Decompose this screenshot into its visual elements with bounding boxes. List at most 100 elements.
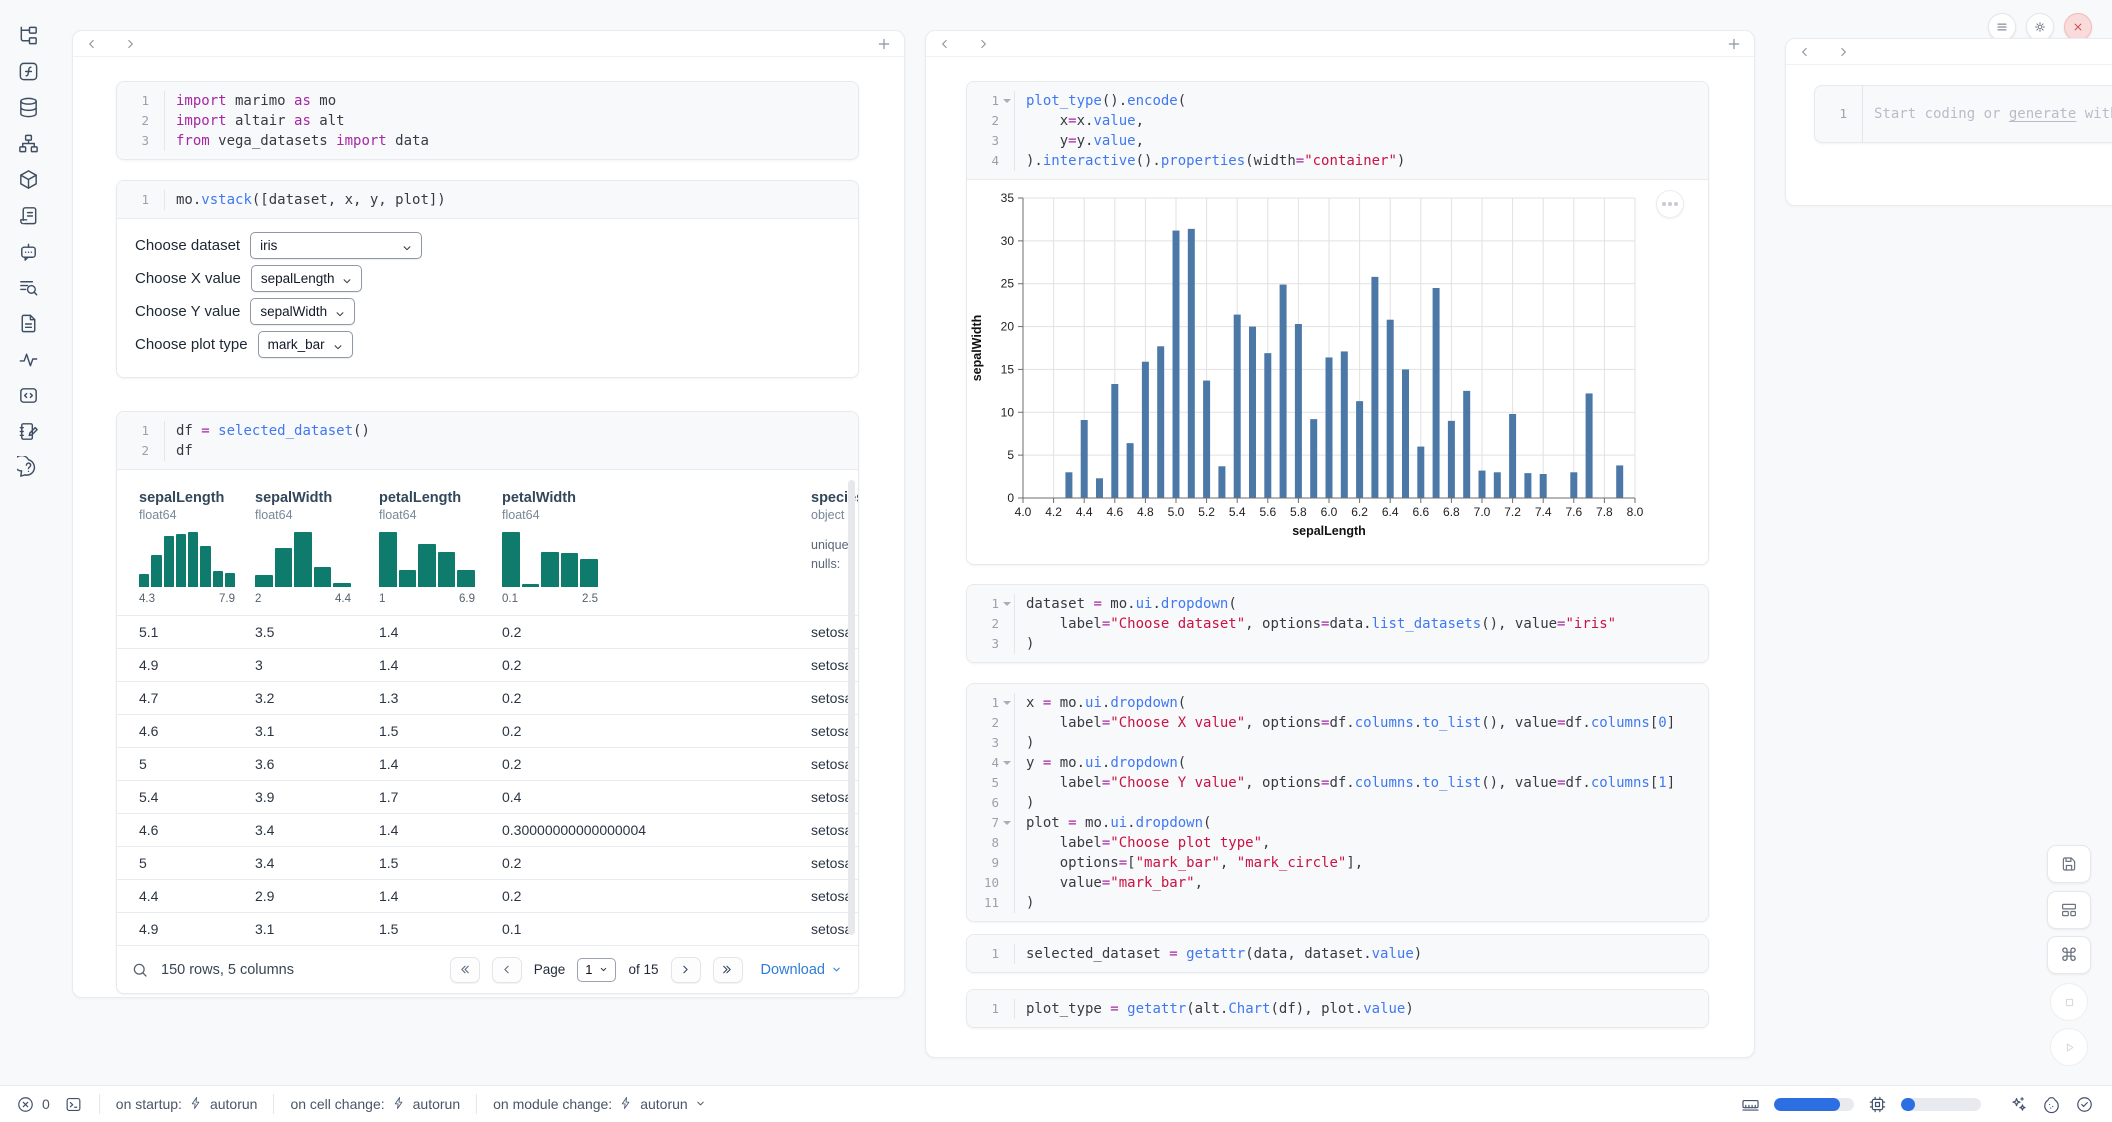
column-histogram[interactable] bbox=[502, 532, 598, 587]
code-line[interactable]: 1mo.vstack([dataset, x, y, plot]) bbox=[117, 190, 858, 210]
table-row[interactable]: 4.42.91.40.2setosa bbox=[117, 879, 858, 912]
dataframe-cell[interactable]: 1df = selected_dataset()2df sepalLengthf… bbox=[116, 411, 859, 994]
chat-bot-icon[interactable] bbox=[16, 239, 40, 263]
generate-with-ai-link[interactable]: generate bbox=[2009, 106, 2076, 122]
column-header[interactable]: petalWidthfloat640.12.5 bbox=[502, 490, 811, 605]
table-row[interactable]: 4.63.11.50.2setosa bbox=[117, 714, 858, 747]
page-select[interactable]: 1 bbox=[577, 958, 616, 982]
code-line[interactable]: 2 label="Choose dataset", options=data.l… bbox=[967, 614, 1708, 634]
text-search-icon[interactable] bbox=[16, 275, 40, 299]
code-line[interactable]: 2df bbox=[117, 441, 858, 461]
imports-cell[interactable]: 1import marimo as mo2import altair as al… bbox=[116, 81, 859, 160]
code-line[interactable]: 11) bbox=[967, 893, 1708, 913]
plot-type-code[interactable]: 1plot_type = getattr(alt.Chart(df), plot… bbox=[967, 990, 1708, 1027]
table-row[interactable]: 53.41.50.2setosa bbox=[117, 846, 858, 879]
terminal-button[interactable] bbox=[64, 1095, 83, 1114]
column-header[interactable]: sepalWidthfloat6424.4 bbox=[255, 490, 379, 605]
code-line[interactable]: 9 options=["mark_bar", "mark_circle"], bbox=[967, 853, 1708, 873]
column-histogram[interactable] bbox=[255, 532, 351, 587]
column-header[interactable]: petalLengthfloat6416.9 bbox=[379, 490, 502, 605]
next-page-button[interactable] bbox=[671, 957, 701, 983]
chart-actions-button[interactable] bbox=[1656, 190, 1684, 218]
column-collapse-left-icon[interactable] bbox=[938, 37, 952, 51]
first-page-button[interactable] bbox=[450, 957, 480, 983]
on-module-change-setting[interactable]: on module change: autorun bbox=[493, 1096, 706, 1113]
table-row[interactable]: 4.93.11.50.1setosa bbox=[117, 912, 858, 945]
code-line[interactable]: 3) bbox=[967, 733, 1708, 753]
code-placeholder[interactable]: Start coding or generate with AI bbox=[1862, 85, 2112, 143]
dataframe-code[interactable]: 1df = selected_dataset()2df bbox=[117, 412, 858, 469]
plot-type-cell[interactable]: 1plot_type = getattr(alt.Chart(df), plot… bbox=[966, 989, 1709, 1028]
column-collapse-right-icon[interactable] bbox=[1836, 45, 1850, 59]
fold-caret-icon[interactable] bbox=[999, 91, 1014, 111]
on-startup-setting[interactable]: on startup: autorun bbox=[116, 1096, 258, 1113]
code-line[interactable]: 5 label="Choose Y value", options=df.col… bbox=[967, 773, 1708, 793]
file-tree-icon[interactable] bbox=[16, 23, 40, 47]
package-icon[interactable] bbox=[16, 167, 40, 191]
table-row[interactable]: 5.13.51.40.2setosa bbox=[117, 615, 858, 648]
download-button[interactable]: Download bbox=[761, 962, 843, 978]
scratchpad-icon[interactable] bbox=[16, 419, 40, 443]
layout-toggle-button[interactable] bbox=[2047, 891, 2091, 929]
command-palette-button[interactable]: ⌘ bbox=[2047, 936, 2091, 974]
dataset-dropdown-cell[interactable]: 1dataset = mo.ui.dropdown(2 label="Choos… bbox=[966, 584, 1709, 663]
close-button[interactable] bbox=[2064, 13, 2092, 41]
table-row[interactable]: 4.63.41.40.30000000000000004setosa bbox=[117, 813, 858, 846]
database-icon[interactable] bbox=[16, 95, 40, 119]
code-line[interactable]: 7plot = mo.ui.dropdown( bbox=[967, 813, 1708, 833]
vstack-code[interactable]: 1mo.vstack([dataset, x, y, plot]) bbox=[117, 181, 858, 218]
code-line[interactable]: 2import altair as alt bbox=[117, 111, 858, 131]
ai-sparkles-button[interactable] bbox=[2009, 1095, 2028, 1114]
code-line[interactable]: 6) bbox=[967, 793, 1708, 813]
fold-caret-icon[interactable] bbox=[999, 693, 1014, 713]
choose-plot-type-select[interactable]: mark_bar bbox=[258, 331, 353, 358]
search-icon[interactable] bbox=[131, 961, 149, 979]
table-row[interactable]: 5.43.91.70.4setosa bbox=[117, 780, 858, 813]
empty-code-cell[interactable]: 1 Start coding or generate with AI bbox=[1814, 85, 2112, 143]
imports-code[interactable]: 1import marimo as mo2import altair as al… bbox=[117, 82, 858, 159]
column-header[interactable]: sepalLengthfloat644.37.9 bbox=[139, 490, 255, 605]
last-page-button[interactable] bbox=[713, 957, 743, 983]
file-text-icon[interactable] bbox=[16, 311, 40, 335]
cpu-usage-bar[interactable] bbox=[1901, 1098, 1981, 1111]
bar-chart[interactable]: 4.04.24.44.64.85.05.25.45.65.86.06.26.46… bbox=[967, 184, 1707, 565]
fold-caret-icon[interactable] bbox=[999, 594, 1014, 614]
package-manager-button[interactable] bbox=[2042, 1095, 2061, 1114]
table-row[interactable]: 4.73.21.30.2setosa bbox=[117, 681, 858, 714]
code-line[interactable]: 3 y=y.value, bbox=[967, 131, 1708, 151]
memory-usage-bar[interactable] bbox=[1774, 1098, 1854, 1111]
column-collapse-left-icon[interactable] bbox=[1798, 45, 1812, 59]
settings-button[interactable] bbox=[2026, 13, 2054, 41]
sitemap-icon[interactable] bbox=[16, 131, 40, 155]
dataset-dropdown-code[interactable]: 1dataset = mo.ui.dropdown(2 label="Choos… bbox=[967, 585, 1708, 662]
code-line[interactable]: 4).interactive().properties(width="conta… bbox=[967, 151, 1708, 171]
vstack-cell[interactable]: 1mo.vstack([dataset, x, y, plot]) Choose… bbox=[116, 180, 859, 378]
add-cell-button[interactable] bbox=[876, 36, 892, 52]
function-square-icon[interactable] bbox=[16, 59, 40, 83]
error-count-indicator[interactable]: 0 bbox=[16, 1095, 50, 1114]
stop-button[interactable] bbox=[2050, 983, 2088, 1021]
selected-dataset-cell[interactable]: 1selected_dataset = getattr(data, datase… bbox=[966, 934, 1709, 973]
column-histogram[interactable] bbox=[379, 532, 475, 587]
on-cell-change-setting[interactable]: on cell change: autorun bbox=[290, 1096, 460, 1113]
code-box-icon[interactable] bbox=[16, 383, 40, 407]
code-line[interactable]: 1dataset = mo.ui.dropdown( bbox=[967, 594, 1708, 614]
activity-icon[interactable] bbox=[16, 347, 40, 371]
code-line[interactable]: 4y = mo.ui.dropdown( bbox=[967, 753, 1708, 773]
code-line[interactable]: 1plot_type().encode( bbox=[967, 91, 1708, 111]
run-button[interactable] bbox=[2050, 1028, 2088, 1066]
code-line[interactable]: 3from vega_datasets import data bbox=[117, 131, 858, 151]
xy-plot-dropdown-code[interactable]: 1x = mo.ui.dropdown(2 label="Choose X va… bbox=[967, 684, 1708, 921]
code-line[interactable]: 10 value="mark_bar", bbox=[967, 873, 1708, 893]
plot-cell[interactable]: 1plot_type().encode(2 x=x.value,3 y=y.va… bbox=[966, 81, 1709, 565]
code-line[interactable]: 1import marimo as mo bbox=[117, 91, 858, 111]
scroll-icon[interactable] bbox=[16, 203, 40, 227]
menu-button[interactable] bbox=[1988, 13, 2016, 41]
xy-plot-dropdown-cell[interactable]: 1x = mo.ui.dropdown(2 label="Choose X va… bbox=[966, 683, 1709, 922]
connection-status-icon[interactable] bbox=[2075, 1095, 2094, 1114]
help-chat-icon[interactable] bbox=[16, 455, 40, 479]
selected-dataset-code[interactable]: 1selected_dataset = getattr(data, datase… bbox=[967, 935, 1708, 972]
dataframe-scrollbar[interactable] bbox=[848, 480, 855, 935]
plot-code[interactable]: 1plot_type().encode(2 x=x.value,3 y=y.va… bbox=[967, 82, 1708, 179]
code-line[interactable]: 2 label="Choose X value", options=df.col… bbox=[967, 713, 1708, 733]
